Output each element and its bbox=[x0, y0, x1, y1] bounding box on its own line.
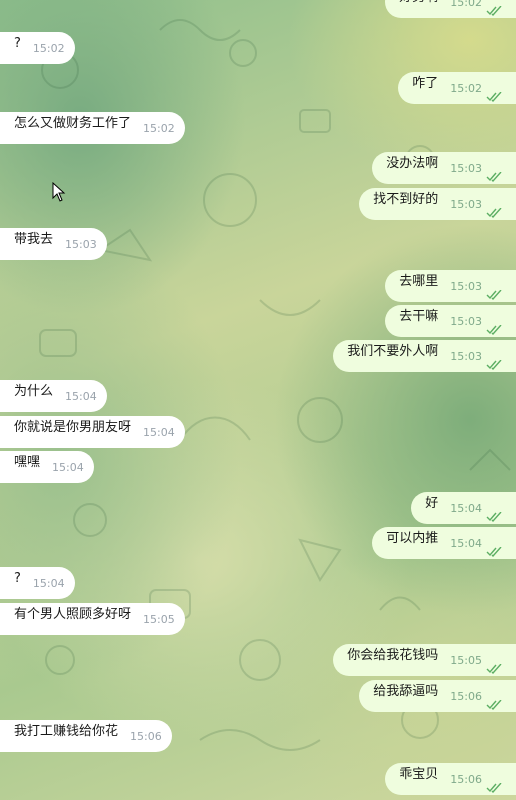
message-text: 没办法啊 bbox=[386, 156, 439, 171]
message-time: 15:04 bbox=[450, 502, 482, 515]
read-checkmarks-icon bbox=[486, 92, 502, 102]
read-checkmarks-icon bbox=[486, 783, 502, 793]
message-text: 你就说是你男朋友呀 bbox=[14, 420, 132, 435]
message-text: 带我去 bbox=[14, 232, 54, 247]
message-text: 去哪里 bbox=[399, 274, 439, 289]
message-outgoing[interactable]: 去哪里 15:03 bbox=[385, 270, 516, 302]
message-time: 15:02 bbox=[143, 122, 175, 135]
message-incoming[interactable]: 为什么 15:04 bbox=[0, 380, 107, 412]
message-text: 你会给我花钱吗 bbox=[347, 648, 439, 663]
read-checkmarks-icon bbox=[486, 290, 502, 300]
read-checkmarks-icon bbox=[486, 700, 502, 710]
message-time: 15:03 bbox=[450, 198, 482, 211]
message-outgoing[interactable]: 好 15:04 bbox=[411, 492, 516, 524]
message-time: 15:02 bbox=[32, 42, 65, 55]
message-time: 15:03 bbox=[450, 315, 482, 328]
message-incoming[interactable]: 带我去 15:03 bbox=[0, 228, 107, 260]
message-incoming[interactable]: 我打工赚钱给你花 15:06 bbox=[0, 720, 172, 752]
message-text: 好男啊 bbox=[399, 0, 438, 14]
message-incoming[interactable]: 怎么又做财务工作了 15:02 bbox=[0, 112, 185, 144]
message-time: 15:04 bbox=[65, 390, 97, 403]
message-incoming[interactable]: 有个男人照顾多好呀 15:05 bbox=[0, 603, 185, 635]
message-text: 有个男人照顾多好呀 bbox=[14, 607, 132, 622]
message-text: 去干嘛 bbox=[399, 309, 439, 324]
message-text: 给我舔逼吗 bbox=[373, 684, 439, 699]
read-checkmarks-icon bbox=[486, 325, 502, 335]
message-incoming[interactable]: ? 15:04 bbox=[0, 567, 75, 599]
read-checkmarks-icon bbox=[486, 172, 502, 182]
message-outgoing[interactable]: 好男啊 15:02 bbox=[385, 0, 516, 18]
message-time: 15:04 bbox=[143, 426, 175, 439]
message-time: 15:04 bbox=[450, 537, 482, 550]
message-incoming[interactable]: 嘿嘿 15:04 bbox=[0, 451, 94, 483]
message-incoming[interactable]: 你就说是你男朋友呀 15:04 bbox=[0, 416, 185, 448]
message-time: 15:03 bbox=[450, 280, 482, 293]
message-time: 15:03 bbox=[65, 238, 97, 251]
message-time: 15:02 bbox=[450, 82, 482, 95]
message-time: 15:06 bbox=[450, 690, 482, 703]
message-time: 15:02 bbox=[450, 0, 482, 9]
read-checkmarks-icon bbox=[486, 6, 502, 16]
message-time: 15:05 bbox=[143, 613, 175, 626]
message-text: 我们不要外人啊 bbox=[347, 344, 439, 359]
read-checkmarks-icon bbox=[486, 360, 502, 370]
message-incoming[interactable]: ? 15:02 bbox=[0, 32, 75, 64]
message-text: 找不到好的 bbox=[373, 192, 439, 207]
message-outgoing[interactable]: 我们不要外人啊 15:03 bbox=[333, 340, 516, 372]
message-text: 怎么又做财务工作了 bbox=[14, 116, 132, 131]
message-time: 15:05 bbox=[450, 654, 482, 667]
message-text: 嘿嘿 bbox=[14, 455, 41, 470]
read-checkmarks-icon bbox=[486, 664, 502, 674]
message-text: 我打工赚钱给你花 bbox=[14, 724, 119, 739]
message-text: ? bbox=[14, 36, 21, 51]
mouse-pointer-icon bbox=[52, 182, 66, 202]
message-text: 为什么 bbox=[14, 384, 54, 399]
message-outgoing[interactable]: 可以内推 15:04 bbox=[372, 527, 516, 559]
message-outgoing[interactable]: 乖宝贝 15:06 bbox=[385, 763, 516, 795]
message-time: 15:06 bbox=[130, 730, 162, 743]
message-outgoing[interactable]: 咋了 15:02 bbox=[398, 72, 516, 104]
message-time: 15:03 bbox=[450, 162, 482, 175]
message-outgoing[interactable]: 没办法啊 15:03 bbox=[372, 152, 516, 184]
message-time: 15:03 bbox=[450, 350, 482, 363]
message-time: 15:04 bbox=[52, 461, 84, 474]
message-outgoing[interactable]: 你会给我花钱吗 15:05 bbox=[333, 644, 516, 676]
read-checkmarks-icon bbox=[486, 547, 502, 557]
message-text: 好 bbox=[425, 496, 439, 511]
message-text: 可以内推 bbox=[386, 531, 439, 546]
message-text: ? bbox=[14, 571, 21, 586]
message-outgoing[interactable]: 去干嘛 15:03 bbox=[385, 305, 516, 337]
message-text: 乖宝贝 bbox=[399, 767, 439, 782]
message-outgoing[interactable]: 给我舔逼吗 15:06 bbox=[359, 680, 516, 712]
read-checkmarks-icon bbox=[486, 512, 502, 522]
message-time: 15:06 bbox=[450, 773, 482, 786]
message-text: 咋了 bbox=[412, 76, 439, 91]
message-time: 15:04 bbox=[32, 577, 65, 590]
read-checkmarks-icon bbox=[486, 208, 502, 218]
message-outgoing[interactable]: 找不到好的 15:03 bbox=[359, 188, 516, 220]
